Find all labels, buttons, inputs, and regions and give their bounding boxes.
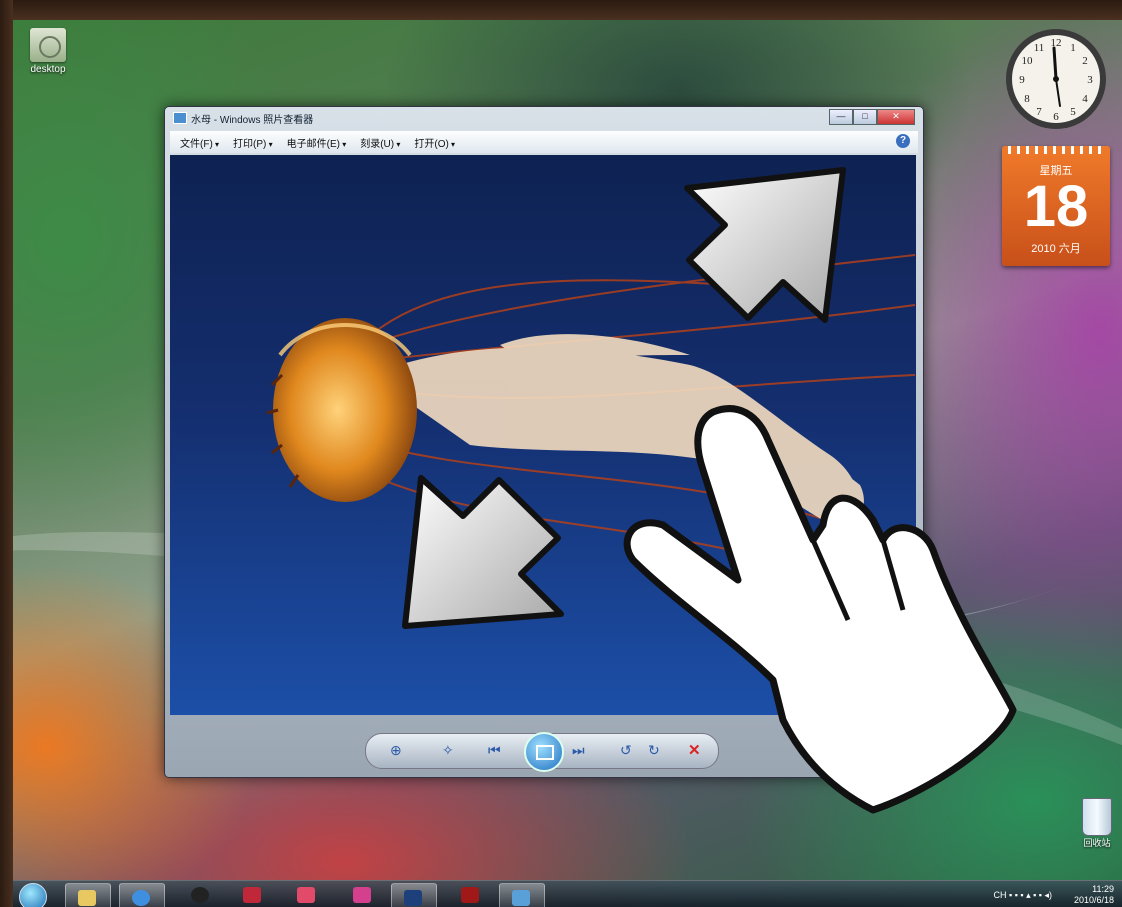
desktop[interactable]: desktop 12 1 2 345 678 9 10 11 星期五 18 2010 六…	[13, 20, 1122, 907]
actual-size-button[interactable]: ✧	[442, 742, 454, 759]
svg-text:6: 6	[1053, 111, 1059, 123]
shield-icon[interactable]	[243, 887, 261, 903]
svg-text:9: 9	[1019, 74, 1025, 86]
photo-viewer-icon	[512, 890, 530, 906]
svg-text:1: 1	[1070, 42, 1076, 54]
tray-date: 2010/6/18	[1073, 895, 1114, 905]
minimize-button[interactable]: —	[829, 109, 853, 125]
photoshop-icon	[404, 890, 422, 906]
desktop-shortcut[interactable]: desktop	[25, 28, 71, 75]
rotate-ccw-button[interactable]: ↺	[620, 742, 632, 759]
monitor-frame-top	[0, 0, 1122, 20]
rotate-cw-button[interactable]: ↻	[648, 742, 660, 759]
close-button[interactable]: ✕	[877, 109, 915, 125]
taskbar-photo-viewer[interactable]	[499, 883, 545, 907]
menu-bar: 文件(F) 打印(P) 电子邮件(E) 刻录(U) 打开(O) ?	[170, 131, 918, 153]
desktop-shortcut-label: desktop	[30, 64, 66, 75]
svg-text:10: 10	[1022, 55, 1034, 67]
svg-text:3: 3	[1087, 74, 1093, 86]
start-button[interactable]	[19, 883, 47, 907]
flower-icon[interactable]	[353, 887, 371, 903]
maximize-button[interactable]: □	[853, 109, 877, 125]
qq-icon[interactable]	[191, 887, 209, 903]
previous-button[interactable]: ⏮	[488, 742, 501, 759]
tray-icons[interactable]: CH ▪ ▪ ▪ ▴ ▪ ▪ ◂)	[994, 890, 1053, 901]
finder-icon	[30, 28, 66, 62]
recycle-bin[interactable]: 回收站	[1075, 798, 1119, 849]
menu-email[interactable]: 电子邮件(E)	[287, 135, 347, 150]
svg-text:8: 8	[1024, 93, 1030, 105]
taskbar: CH ▪ ▪ ▪ ▴ ▪ ▪ ◂) 11:29 2010/6/18	[13, 880, 1122, 907]
delete-button[interactable]: ✕	[688, 741, 701, 759]
svg-text:4: 4	[1082, 93, 1088, 105]
svg-text:7: 7	[1036, 106, 1042, 118]
photo-viewer-window[interactable]: 水母 - Windows 照片查看器 — □ ✕ 文件(F) 打印(P) 电子邮…	[164, 106, 924, 778]
menu-print[interactable]: 打印(P)	[233, 135, 273, 150]
ie-icon	[132, 890, 150, 906]
jellyfish-image	[266, 254, 916, 576]
calendar-gadget[interactable]: 星期五 18 2010 六月	[1002, 146, 1110, 266]
recycle-bin-label: 回收站	[1083, 838, 1111, 848]
next-button[interactable]: ⏭	[572, 742, 585, 759]
taskbar-ie[interactable]	[119, 883, 165, 907]
viewer-controls: ⊕ ✧ ⏮ ⏭ ↺ ↻ ✕	[365, 732, 719, 772]
menu-burn[interactable]: 刻录(U)	[360, 135, 400, 150]
slideshow-button[interactable]	[524, 732, 564, 772]
help-icon[interactable]: ?	[896, 134, 910, 148]
taskbar-explorer[interactable]	[65, 883, 111, 907]
menu-file[interactable]: 文件(F)	[180, 135, 219, 150]
zoom-button[interactable]: ⊕	[390, 742, 402, 759]
window-title: 水母 - Windows 照片查看器	[191, 115, 314, 126]
media-icon[interactable]	[297, 887, 315, 903]
monitor-frame-left	[0, 0, 13, 907]
svg-text:2: 2	[1082, 55, 1088, 67]
input-method-indicator[interactable]: CH	[994, 890, 1007, 900]
explorer-icon	[78, 890, 96, 906]
acrobat-icon[interactable]	[461, 887, 479, 903]
clock-icon: 12 12 345 678 91011	[1006, 29, 1106, 129]
svg-text:5: 5	[1070, 106, 1076, 118]
photo-display[interactable]	[170, 155, 916, 715]
taskbar-photoshop[interactable]	[391, 883, 437, 907]
tray-time: 11:29	[1092, 884, 1114, 894]
recycle-bin-icon	[1082, 798, 1112, 836]
system-clock[interactable]: 11:29 2010/6/18	[1074, 884, 1114, 906]
calendar-day: 18	[1023, 174, 1089, 239]
svg-text:12: 12	[1051, 37, 1062, 49]
photo-viewer-icon	[173, 112, 187, 124]
calendar-month: 2010 六月	[1031, 243, 1081, 255]
clock-gadget[interactable]: 12 1 2 345 678 9 10 11	[1003, 26, 1109, 132]
svg-text:11: 11	[1034, 42, 1045, 54]
menu-open[interactable]: 打开(O)	[414, 135, 455, 150]
title-bar[interactable]: 水母 - Windows 照片查看器 — □ ✕	[165, 107, 923, 129]
calendar-rings	[1008, 146, 1104, 154]
